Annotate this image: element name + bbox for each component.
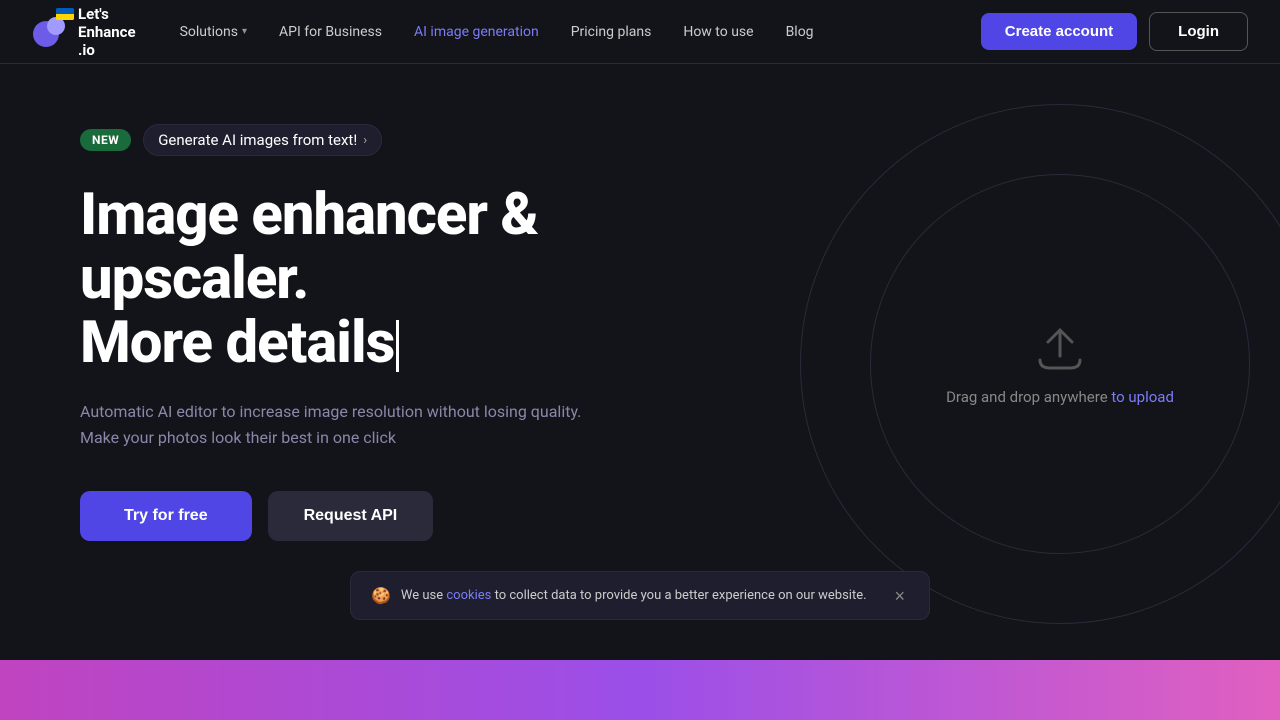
- nav-ai-image[interactable]: AI image generation: [402, 18, 551, 46]
- cookies-link[interactable]: cookies: [446, 588, 491, 603]
- bottom-gradient-strip: [0, 660, 1280, 720]
- chevron-down-icon: ▾: [242, 26, 247, 37]
- nav-how[interactable]: How to use: [671, 18, 765, 46]
- cookie-close-button[interactable]: ×: [890, 587, 909, 605]
- nav-links: Solutions ▾ API for Business AI image ge…: [168, 18, 826, 46]
- logo[interactable]: Let's Enhance .io: [32, 5, 136, 59]
- logo-text: Let's Enhance .io: [78, 5, 136, 59]
- logo-icon-wrap: [32, 12, 68, 52]
- hero-buttons: Try for free Request API: [80, 491, 760, 541]
- upload-icon: [1030, 322, 1090, 372]
- upload-area[interactable]: Drag and drop anywhere to upload: [946, 322, 1174, 406]
- text-cursor: [396, 320, 399, 372]
- nav-right: Create account Login: [981, 12, 1248, 51]
- circle-outer: Drag and drop anywhere to upload: [800, 104, 1280, 624]
- create-account-button[interactable]: Create account: [981, 13, 1137, 50]
- drag-text: Drag and drop anywhere to upload: [946, 388, 1174, 406]
- new-badge-row: NEW Generate AI images from text! ›: [80, 124, 760, 156]
- nav-left: Let's Enhance .io Solutions ▾ API for Bu…: [32, 5, 826, 59]
- request-api-button[interactable]: Request API: [268, 491, 434, 541]
- nav-solutions[interactable]: Solutions ▾: [168, 18, 259, 46]
- hero-subtitle: Automatic AI editor to increase image re…: [80, 399, 660, 450]
- hero-section: Drag and drop anywhere to upload NEW Gen…: [0, 64, 1280, 720]
- cookie-icon: 🍪: [371, 586, 391, 605]
- ukraine-flag: [56, 8, 74, 20]
- hero-content: NEW Generate AI images from text! › Imag…: [80, 124, 760, 541]
- navbar: Let's Enhance .io Solutions ▾ API for Bu…: [0, 0, 1280, 64]
- upload-link[interactable]: to upload: [1111, 388, 1174, 406]
- cookie-text: We use cookies to collect data to provid…: [401, 588, 867, 603]
- login-button[interactable]: Login: [1149, 12, 1248, 51]
- cookie-banner: 🍪 We use cookies to collect data to prov…: [350, 571, 930, 620]
- nav-pricing[interactable]: Pricing plans: [559, 18, 664, 46]
- new-badge: NEW: [80, 129, 131, 151]
- nav-api[interactable]: API for Business: [267, 18, 394, 46]
- nav-blog[interactable]: Blog: [774, 18, 826, 46]
- new-badge-text[interactable]: Generate AI images from text! ›: [143, 124, 382, 156]
- hero-title: Image enhancer & upscaler. More details: [80, 184, 760, 375]
- try-for-free-button[interactable]: Try for free: [80, 491, 252, 541]
- circle-inner: Drag and drop anywhere to upload: [870, 174, 1250, 554]
- arrow-icon: ›: [363, 133, 367, 148]
